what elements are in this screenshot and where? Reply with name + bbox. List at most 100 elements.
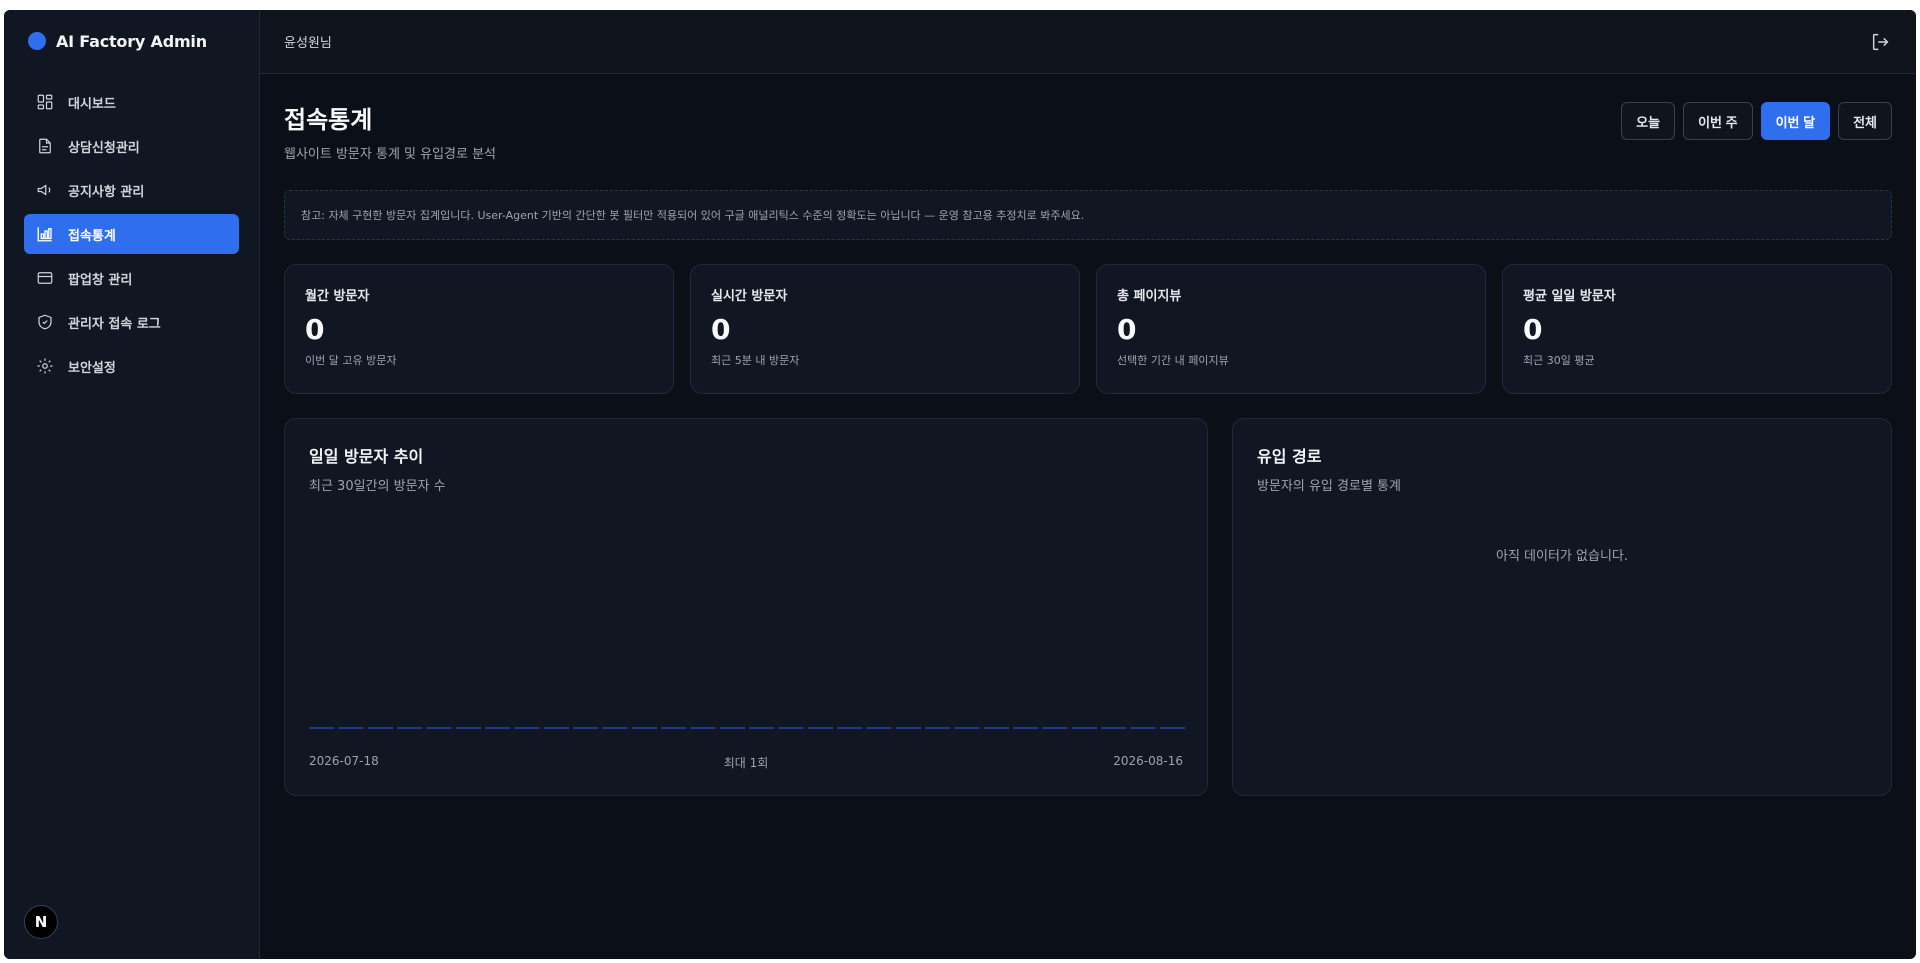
stat-value: 0	[1523, 313, 1543, 346]
sidebar-item-label: 팝업창 관리	[68, 272, 133, 288]
gear-icon	[37, 358, 53, 374]
stat-label: 평균 일일 방문자	[1523, 289, 1616, 304]
chart-bar	[1101, 727, 1127, 729]
shield-icon	[38, 314, 52, 330]
chart-bar	[719, 727, 745, 729]
chart-bar	[1013, 727, 1039, 729]
sidebar-item-label: 대시보드	[68, 96, 116, 112]
bar-chart-icon	[37, 227, 52, 242]
chart-max-label: 최대 1회	[723, 756, 769, 770]
sidebar-item-notices[interactable]: 공지사항 관리	[24, 170, 239, 210]
chart-bar	[397, 727, 423, 729]
app-window: AI Factory Admin 대시보드 상담신청관리 공지사항 관리 접속통…	[4, 10, 1916, 959]
content: 접속통계 웹사이트 방문자 통계 및 유입경로 분석 오늘 이번 주 이번 달 …	[260, 74, 1916, 796]
period-month-button[interactable]: 이번 달	[1760, 102, 1831, 140]
panel-title: 유입 경로	[1257, 447, 1322, 466]
sidebar-nav: 대시보드 상담신청관리 공지사항 관리 접속통계 팝업창 관리 관리자 접속 로…	[4, 72, 259, 400]
chart-bar	[1130, 727, 1156, 729]
stat-value: 0	[1117, 313, 1137, 346]
main-area: 윤성원님 접속통계 웹사이트 방문자 통계 및 유입경로 분석 오늘 이번 주 …	[260, 10, 1916, 959]
chart-bar	[631, 727, 657, 729]
daily-visitors-panel: 일일 방문자 추이 최근 30일간의 방문자 수 2026-07-18 최대 1…	[284, 418, 1208, 796]
chart-bar	[338, 727, 364, 729]
chart-bar	[749, 727, 775, 729]
sidebar-item-analytics[interactable]: 접속통계	[24, 214, 239, 254]
chart-start-date: 2026-07-18	[309, 754, 379, 768]
chart-bar	[1042, 727, 1068, 729]
chart-bar	[514, 727, 540, 729]
panel-subtitle: 최근 30일간의 방문자 수	[309, 479, 446, 494]
megaphone-icon	[37, 184, 51, 196]
topbar: 윤성원님	[260, 10, 1916, 74]
chart-bar	[866, 727, 892, 729]
chart-bar	[602, 727, 628, 729]
stat-card-realtime: 실시간 방문자 0 최근 5분 내 방문자	[690, 264, 1080, 394]
page-subtitle: 웹사이트 방문자 통계 및 유입경로 분석	[284, 147, 497, 162]
chart-bar	[690, 727, 716, 729]
stat-card-daily-avg: 평균 일일 방문자 0 최근 30일 평균	[1502, 264, 1892, 394]
sidebar-item-label: 보안설정	[68, 360, 116, 376]
sidebar-item-popups[interactable]: 팝업창 관리	[24, 258, 239, 298]
notice-banner: 참고: 자체 구현한 방문자 집계입니다. User-Agent 기반의 간단한…	[284, 190, 1892, 240]
panels-row: 일일 방문자 추이 최근 30일간의 방문자 수 2026-07-18 최대 1…	[284, 418, 1892, 796]
stat-label: 총 페이지뷰	[1117, 289, 1182, 304]
sidebar: AI Factory Admin 대시보드 상담신청관리 공지사항 관리 접속통…	[4, 10, 260, 959]
chart-footer: 2026-07-18 최대 1회 2026-08-16	[309, 754, 1183, 771]
chart-bar	[895, 727, 921, 729]
chart-bar	[661, 727, 687, 729]
sidebar-item-label: 공지사항 관리	[68, 184, 145, 200]
daily-visitors-chart	[309, 727, 1185, 729]
chart-bar	[367, 727, 393, 729]
sidebar-item-label: 접속통계	[68, 228, 116, 244]
stats-row: 월간 방문자 0 이번 달 고유 방문자 실시간 방문자 0 최근 5분 내 방…	[284, 264, 1892, 394]
stat-card-pageviews: 총 페이지뷰 0 선택한 기간 내 페이지뷰	[1096, 264, 1486, 394]
brand[interactable]: AI Factory Admin	[4, 10, 259, 72]
stat-desc: 이번 달 고유 방문자	[305, 354, 397, 367]
chart-bar	[485, 727, 511, 729]
dashboard-grid-icon	[37, 94, 53, 110]
chart-bar	[426, 727, 452, 729]
chart-bar	[778, 727, 804, 729]
traffic-source-panel: 유입 경로 방문자의 유입 경로별 통계 아직 데이터가 없습니다.	[1232, 418, 1892, 796]
window-icon	[37, 272, 53, 284]
sidebar-item-label: 상담신청관리	[68, 140, 140, 156]
chart-end-date: 2026-08-16	[1113, 754, 1183, 768]
sidebar-item-dashboard[interactable]: 대시보드	[24, 82, 239, 122]
chart-bar	[925, 727, 951, 729]
chart-bar	[837, 727, 863, 729]
brand-title: AI Factory Admin	[56, 31, 207, 51]
chart-bar	[1159, 727, 1185, 729]
sidebar-item-security[interactable]: 보안설정	[24, 346, 239, 386]
chart-bar	[543, 727, 569, 729]
stat-desc: 최근 30일 평균	[1523, 354, 1595, 367]
chart-bar	[573, 727, 599, 729]
stat-desc: 선택한 기간 내 페이지뷰	[1117, 354, 1229, 367]
sidebar-item-admin-log[interactable]: 관리자 접속 로그	[24, 302, 239, 342]
brand-logo-icon	[28, 32, 46, 50]
period-all-button[interactable]: 전체	[1838, 102, 1892, 140]
chart-bar	[455, 727, 481, 729]
chart-bar	[983, 727, 1009, 729]
period-week-button[interactable]: 이번 주	[1683, 102, 1753, 140]
nextjs-badge-icon[interactable]: N	[24, 905, 58, 939]
logout-icon[interactable]	[1870, 31, 1892, 53]
user-name: 윤성원님	[284, 36, 332, 51]
page-title: 접속통계	[284, 106, 373, 134]
panel-subtitle: 방문자의 유입 경로별 통계	[1257, 479, 1401, 494]
period-filter: 오늘 이번 주 이번 달 전체	[1621, 102, 1892, 140]
sidebar-item-label: 관리자 접속 로그	[68, 316, 161, 332]
stat-label: 실시간 방문자	[711, 289, 788, 304]
document-icon	[39, 138, 51, 154]
stat-value: 0	[711, 313, 731, 346]
sidebar-item-consultations[interactable]: 상담신청관리	[24, 126, 239, 166]
chart-bar	[954, 727, 980, 729]
stat-card-monthly: 월간 방문자 0 이번 달 고유 방문자	[284, 264, 674, 394]
chart-bar	[309, 727, 335, 729]
empty-state-message: 아직 데이터가 없습니다.	[1496, 549, 1628, 564]
stat-value: 0	[305, 313, 325, 346]
chart-bar	[807, 727, 833, 729]
stat-desc: 최근 5분 내 방문자	[711, 354, 800, 367]
page-header: 접속통계 웹사이트 방문자 통계 및 유입경로 분석 오늘 이번 주 이번 달 …	[284, 98, 1892, 162]
period-today-button[interactable]: 오늘	[1621, 102, 1676, 140]
panel-title: 일일 방문자 추이	[309, 447, 424, 466]
